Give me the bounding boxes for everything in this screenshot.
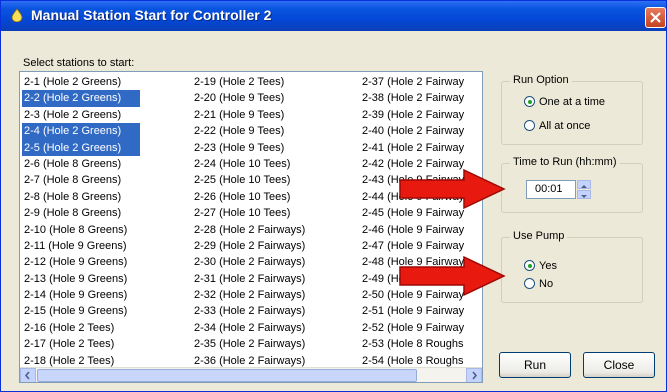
arrow-up-icon [581, 185, 587, 188]
pump-yes-label: Yes [539, 260, 557, 272]
station-list-item[interactable]: 2-33 (Hole 2 Fairways) [192, 303, 342, 319]
pump-no-radio[interactable]: No [524, 278, 553, 290]
station-list-item[interactable]: 2-40 (Hole 2 Fairway [360, 123, 482, 139]
station-list-item[interactable]: 2-32 (Hole 2 Fairways) [192, 287, 342, 303]
all-at-once-radio[interactable]: All at once [524, 120, 590, 132]
station-list-item[interactable]: 2-16 (Hole 2 Tees) [22, 320, 172, 336]
station-list-item[interactable]: 2-15 (Hole 9 Greens) [22, 303, 172, 319]
one-at-a-time-radio[interactable]: One at a time [524, 96, 605, 108]
station-list-item[interactable]: 2-25 (Hole 10 Tees) [192, 172, 342, 188]
manual-station-start-dialog: Manual Station Start for Controller 2 Se… [0, 0, 667, 392]
run-button[interactable]: Run [499, 352, 571, 378]
station-list-item[interactable]: 2-10 (Hole 8 Greens) [22, 222, 172, 238]
stations-listbox[interactable]: 2-1 (Hole 2 Greens) 2-2 (Hole 2 Greens) 2-… [19, 71, 483, 383]
station-list-item[interactable]: 2-20 (Hole 9 Tees) [192, 90, 342, 106]
station-list-item[interactable]: 2-17 (Hole 2 Tees) [22, 336, 172, 352]
station-list-item[interactable]: 2-46 (Hole 9 Fairway [360, 222, 482, 238]
station-list-item[interactable]: 2-30 (Hole 2 Fairways) [192, 254, 342, 270]
station-list-item[interactable]: 2-52 (Hole 9 Fairway [360, 320, 482, 336]
scrollbar-thumb[interactable] [37, 369, 417, 382]
station-list-item[interactable]: 2-35 (Hole 2 Fairways) [192, 336, 342, 352]
spin-down-button[interactable] [577, 190, 591, 199]
station-list-item[interactable]: 2-34 (Hole 2 Fairways) [192, 320, 342, 336]
title-bar[interactable]: Manual Station Start for Controller 2 [1, 1, 666, 31]
station-list-item[interactable]: 2-5 (Hole 2 Greens) [22, 139, 140, 156]
select-stations-label: Select stations to start: [23, 57, 135, 69]
use-pump-title: Use Pump [510, 230, 568, 242]
time-spinner[interactable] [577, 180, 591, 199]
run-option-group: Run Option One at a time All at once [501, 74, 643, 145]
station-list-item[interactable]: 2-8 (Hole 8 Greens) [22, 189, 172, 205]
station-list-item[interactable]: 2-39 (Hole 2 Fairway [360, 107, 482, 123]
station-column-3: 2-37 (Hole 2 Fairway 2-38 (Hole 2 Fairway… [360, 74, 482, 369]
station-list-item[interactable]: 2-29 (Hole 2 Fairways) [192, 238, 342, 254]
station-list-item[interactable]: 2-12 (Hole 9 Greens) [22, 254, 172, 270]
station-list-item[interactable]: 2-38 (Hole 2 Fairway [360, 90, 482, 106]
horizontal-scrollbar[interactable] [20, 367, 482, 382]
station-list-item[interactable]: 2-21 (Hole 9 Tees) [192, 107, 342, 123]
station-list-item[interactable]: 2-51 (Hole 9 Fairway [360, 303, 482, 319]
station-list-item[interactable]: 2-41 (Hole 2 Fairway [360, 140, 482, 156]
all-at-once-label: All at once [539, 120, 591, 132]
station-list-item[interactable]: 2-22 (Hole 9 Tees) [192, 123, 342, 139]
station-list-item[interactable]: 2-23 (Hole 9 Tees) [192, 140, 342, 156]
time-to-run-title: Time to Run (hh:mm) [510, 156, 620, 168]
arrow-down-icon [581, 195, 587, 198]
one-at-a-time-label: One at a time [539, 96, 606, 108]
chevron-left-icon [24, 371, 30, 380]
station-list-item[interactable]: 2-27 (Hole 10 Tees) [192, 205, 342, 221]
scroll-right-button[interactable] [466, 368, 482, 382]
station-list-item[interactable]: 2-37 (Hole 2 Fairway [360, 74, 482, 90]
pump-no-label: No [539, 278, 554, 290]
use-pump-group: Use Pump Yes No [501, 230, 643, 303]
close-icon [650, 12, 661, 23]
station-list-item[interactable]: 2-26 (Hole 10 Tees) [192, 189, 342, 205]
station-list-item[interactable]: 2-1 (Hole 2 Greens) [22, 74, 172, 90]
red-arrow-icon [399, 255, 506, 297]
station-list-item[interactable]: 2-3 (Hole 2 Greens) [22, 107, 172, 123]
station-column-2: 2-19 (Hole 2 Tees) 2-20 (Hole 9 Tees) 2-21… [192, 74, 360, 369]
time-to-run-group: Time to Run (hh:mm) 00:01 [501, 156, 643, 213]
pump-yes-radio[interactable]: Yes [524, 260, 557, 272]
run-option-title: Run Option [510, 74, 572, 86]
radio-selected-icon [524, 96, 535, 107]
scroll-left-button[interactable] [20, 368, 36, 382]
time-to-run-input[interactable]: 00:01 [526, 180, 576, 199]
radio-selected-icon [524, 260, 535, 271]
radio-unselected-icon [524, 120, 535, 131]
station-list-item[interactable]: 2-31 (Hole 2 Fairways) [192, 271, 342, 287]
station-list-item[interactable]: 2-47 (Hole 9 Fairway [360, 238, 482, 254]
station-column-1: 2-1 (Hole 2 Greens) 2-2 (Hole 2 Greens) 2-… [22, 74, 190, 369]
station-list-item[interactable]: 2-28 (Hole 2 Fairways) [192, 222, 342, 238]
station-list-item[interactable]: 2-13 (Hole 9 Greens) [22, 271, 172, 287]
station-list-item[interactable]: 2-4 (Hole 2 Greens) [22, 123, 140, 140]
close-button[interactable]: Close [583, 352, 655, 378]
chevron-right-icon [472, 371, 478, 380]
station-list-item[interactable]: 2-53 (Hole 8 Roughs [360, 336, 482, 352]
station-list-item[interactable]: 2-24 (Hole 10 Tees) [192, 156, 342, 172]
close-window-button[interactable] [645, 7, 666, 28]
window-title: Manual Station Start for Controller 2 [31, 7, 272, 23]
station-list-item[interactable]: 2-2 (Hole 2 Greens) [22, 90, 140, 107]
station-list-item[interactable]: 2-14 (Hole 9 Greens) [22, 287, 172, 303]
spin-up-button[interactable] [577, 180, 591, 189]
water-drop-icon [11, 8, 23, 22]
red-arrow-icon [399, 168, 506, 210]
station-list-item[interactable]: 2-9 (Hole 8 Greens) [22, 205, 172, 221]
radio-unselected-icon [524, 278, 535, 289]
station-list-item[interactable]: 2-6 (Hole 8 Greens) [22, 156, 172, 172]
station-list-item[interactable]: 2-11 (Hole 9 Greens) [22, 238, 172, 254]
station-list-item[interactable]: 2-19 (Hole 2 Tees) [192, 74, 342, 90]
station-list-item[interactable]: 2-7 (Hole 8 Greens) [22, 172, 172, 188]
